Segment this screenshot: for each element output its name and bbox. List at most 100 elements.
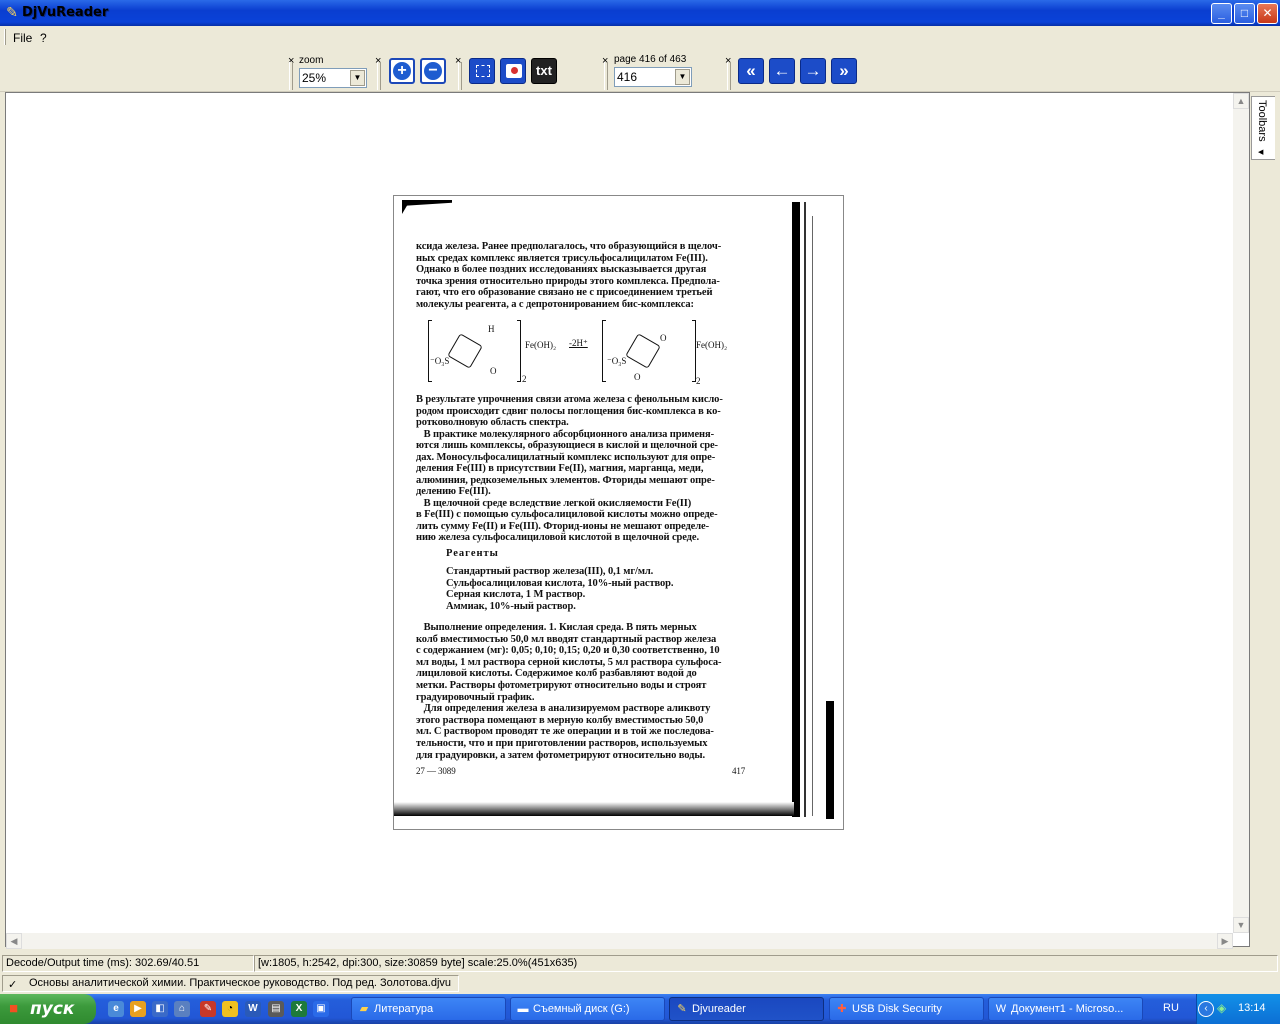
scroll-right-icon[interactable]: ▶ (1217, 933, 1233, 949)
zoom-in-button[interactable]: + (389, 58, 415, 84)
chem-feoh-left: Fe(OH)₂ (525, 340, 557, 350)
chem-arrow: -2H⁺ (569, 338, 588, 348)
chem-so3-right: ⁻O₃S (607, 356, 627, 366)
text-line: Выполнение определения. 1. Кислая среда.… (416, 622, 697, 633)
task-usb-security[interactable]: ✚ USB Disk Security (829, 997, 984, 1021)
scan-edge-line (812, 216, 813, 816)
folder-icon: ▰ (359, 1003, 369, 1015)
text-line: ных средах комплекс является трисульфоса… (416, 252, 708, 264)
chevron-down-icon[interactable]: ▼ (350, 70, 365, 86)
text-line: мл. С раствором проводят те же операции … (416, 726, 714, 738)
task-removable-disk[interactable]: ▬ Съемный диск (G:) (510, 997, 665, 1021)
dashed-rect-icon (476, 65, 490, 77)
scroll-down-icon[interactable]: ▼ (1233, 917, 1249, 933)
task-usb-label: USB Disk Security (852, 1003, 942, 1015)
desktop-icon[interactable]: ▣ (313, 1001, 329, 1017)
chem-so3-left: ⁻O₃S (430, 356, 450, 366)
app-icon[interactable]: ▤ (268, 1001, 284, 1017)
zoom-buttons-grip[interactable] (377, 62, 381, 90)
horizontal-scrollbar[interactable] (6, 933, 1233, 949)
task-folder[interactable]: ▰ Литература (351, 997, 506, 1021)
reagents-heading: Реагенты (446, 548, 499, 559)
toolbars-tab-label: Toolbars (1256, 100, 1268, 142)
page-select[interactable]: 416 ▼ (614, 67, 692, 87)
vertical-scrollbar[interactable] (1233, 93, 1249, 933)
clock: 13:14 (1238, 1002, 1266, 1014)
tool-icon[interactable]: ✎ (200, 1001, 216, 1017)
scan-edge-bottom (394, 802, 794, 816)
chem-h: H (488, 324, 495, 334)
network-icon[interactable]: ⌂ (174, 1001, 190, 1017)
text-line: лициловой кислоты. Содержимое колб разба… (416, 668, 697, 680)
chem-sub-left: 2 (522, 374, 527, 384)
word-icon[interactable]: W (245, 1001, 261, 1017)
chevron-down-icon[interactable]: ▼ (675, 69, 690, 85)
select-group-grip[interactable] (458, 62, 462, 90)
checkmark-icon: ✓ (8, 979, 18, 991)
scan-edge-line (804, 202, 806, 817)
scroll-left-icon[interactable]: ◀ (6, 933, 22, 949)
last-page-button[interactable]: » (831, 58, 857, 84)
file-name-status: Основы аналитической химии. Практическое… (2, 975, 459, 992)
previous-page-button[interactable]: ← (769, 58, 795, 84)
ie-icon[interactable]: e (108, 1001, 124, 1017)
scroll-up-icon[interactable]: ▲ (1233, 93, 1249, 109)
djvu-icon[interactable]: ✎ (4, 4, 20, 20)
zoom-label: zoom (299, 55, 324, 66)
language-indicator[interactable]: RU (1163, 1002, 1179, 1014)
zoom-value: 25% (302, 71, 327, 85)
menu-grip (4, 29, 6, 45)
next-page-button[interactable]: → (800, 58, 826, 84)
task-word-document[interactable]: W Документ1 - Microso... (988, 997, 1143, 1021)
text-line: ются лишь комплексы, образующиеся в кисл… (416, 440, 718, 451)
task-disk-label: Съемный диск (G:) (533, 1003, 630, 1015)
text-line: Для определения железа в анализируемом р… (416, 703, 711, 715)
text-line: делению Fe(III). (416, 486, 491, 497)
triangle-left-icon: ◀ (1258, 149, 1264, 156)
text-line: нию железа сульфосалициловой кислотой в … (416, 532, 699, 543)
chem-o-right: O (634, 372, 641, 382)
zoom-select[interactable]: 25% ▼ (299, 68, 367, 88)
minimize-button[interactable]: _ (1211, 3, 1232, 24)
text-line: Однако в более поздних исследованиях выс… (416, 264, 707, 275)
windows-flag-icon: ■ (9, 1000, 19, 1017)
benzene-ring (447, 333, 483, 369)
page-number: 417 (732, 766, 746, 776)
page-group-grip[interactable] (604, 62, 608, 90)
word-doc-icon: W (995, 1003, 1007, 1015)
text-line: лить сумму Fe(II) и Fe(III). Фторид-ионы… (416, 520, 709, 532)
zoom-out-button[interactable]: − (420, 58, 446, 84)
text-line: для градуировки, а затем фотометрируют о… (416, 749, 705, 761)
nav-group-grip[interactable] (727, 62, 731, 90)
text-line: мл воды, 1 мл раствора серной кислоты, 5… (416, 656, 722, 668)
text-line: гают, что его образование связано не с п… (416, 287, 713, 298)
zoom-group-grip[interactable] (289, 62, 293, 90)
first-page-button[interactable]: « (738, 58, 764, 84)
explorer-icon[interactable]: ◧ (152, 1001, 168, 1017)
text-line: Сульфосалициловая кислота, 10%-ный раств… (446, 577, 674, 589)
menu-file[interactable]: File (13, 31, 32, 45)
menu-help[interactable]: ? (40, 31, 47, 45)
menu-bar (0, 26, 1280, 48)
benzene-ring-2 (625, 333, 661, 369)
network-tray-icon[interactable]: ◈ (1217, 1001, 1231, 1017)
window-title: DjVuReader (22, 5, 109, 20)
text-line: в Fe(III) с помощью сульфосалициловой ки… (416, 509, 718, 520)
media-player-icon[interactable]: ▶ (130, 1001, 146, 1017)
clock-app-icon[interactable]: ◔ (222, 1001, 238, 1017)
title-bar (0, 0, 1280, 26)
maximize-button[interactable]: □ (1234, 3, 1255, 24)
close-button[interactable]: ✕ (1257, 3, 1278, 24)
excel-icon[interactable]: X (291, 1001, 307, 1017)
bracket-right (517, 320, 521, 382)
picture-button[interactable] (500, 58, 526, 84)
chem-o-left: O (490, 366, 497, 376)
bracket-right-2 (692, 320, 696, 382)
tray-expand-icon[interactable]: ‹ (1198, 1001, 1214, 1017)
text-line: градуировочный график. (416, 691, 535, 703)
text-button[interactable]: txt (531, 58, 557, 84)
text-line: В результате упрочнения связи атома желе… (416, 394, 723, 405)
task-djvureader[interactable]: ✎ Djvureader (669, 997, 824, 1021)
select-region-button[interactable] (469, 58, 495, 84)
double-right-icon: » (839, 61, 849, 80)
